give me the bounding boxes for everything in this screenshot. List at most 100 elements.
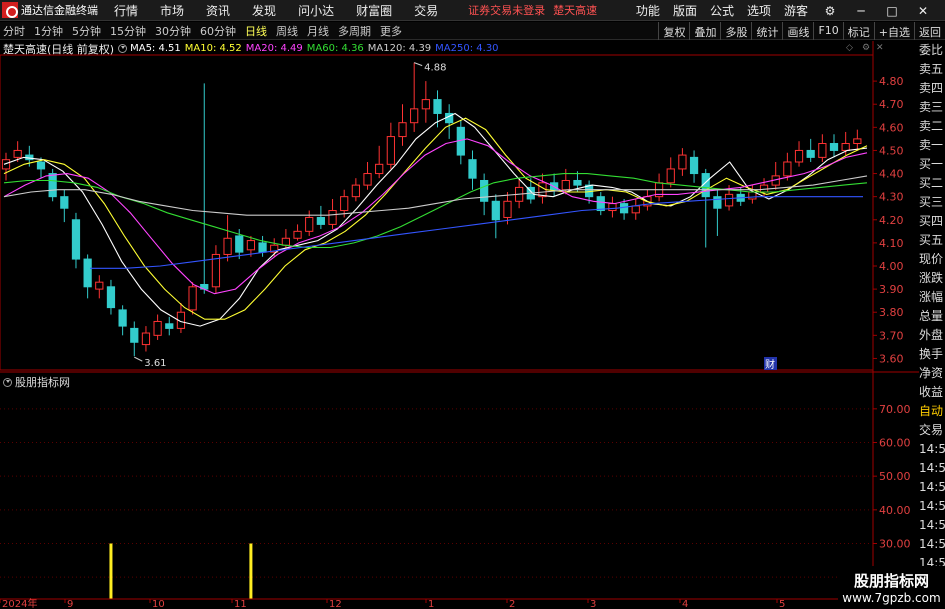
candle-body [375,163,384,175]
time-tick-label: 4 [682,599,688,609]
candle-body [36,161,46,170]
candle-body [678,154,687,170]
quote-field-label: 卖五 [919,62,944,76]
ma-line-ma20 [3,138,868,295]
price-tick-label: 4.70 [879,98,904,111]
indicator-tick-label: 50.00 [879,470,911,483]
quote-field-label: 买三 [919,195,944,209]
candle-body [141,332,151,346]
candle-body [619,203,629,214]
candle-body [130,327,139,343]
time-tick-label: 10 [152,599,165,609]
candle-body [235,235,244,253]
quote-field-label: 卖三 [919,100,944,114]
candle-body [188,286,197,311]
quote-field-label: 14:56 [919,461,945,475]
quote-field-label: 14:56 [919,537,945,551]
candle-body [818,143,827,158]
quote-field-label: 自动 [919,404,944,418]
quote-field-label: 卖四 [919,81,944,95]
candle-body [153,320,162,336]
candle-body [83,258,92,288]
quote-field-label: 换手 [919,347,944,361]
time-tick-label: 11 [234,599,247,609]
candle-body [748,191,757,200]
watermark: 股朋指标网 www.7gpzb.com [838,566,945,609]
quote-field-label: 14:56 [919,518,945,532]
ma-line-ma5 [3,112,868,327]
candle-body [806,149,815,158]
quote-field-label: 涨幅 [919,290,944,304]
indicator-tick-label: 70.00 [879,403,911,416]
price-tick-label: 3.80 [879,306,904,319]
watermark-url: www.7gpzb.com [842,591,941,605]
candle-body [783,161,792,177]
price-tick-label: 4.60 [879,121,904,134]
candle-body [631,205,640,214]
indicator-header: 股朋指标网 [3,375,70,389]
time-tick-label: 9 [67,599,73,609]
candle-body [60,196,69,209]
ma-line-ma250 [90,196,863,269]
price-tick-label: 3.60 [879,352,904,365]
candle-body [340,196,349,212]
candle-body [48,173,57,198]
high-price-label: 4.88 [424,63,446,74]
candle-body [608,203,617,212]
price-tick-label: 4.10 [879,237,904,250]
quote-field-label: 买四 [919,214,944,228]
time-tick-label: 2 [509,599,515,609]
price-tick-label: 3.70 [879,329,904,342]
price-tick-label: 4.20 [879,214,904,227]
quote-field-label: 外盘 [919,328,944,342]
quote-panel: 委比 卖五 卖四 卖三 卖二 卖一 买一 买二 买三 买四 买五 现价 涨跌 涨幅 总量 外盘 换手 净资 收益 自动… [919,41,945,609]
candle-body [258,242,267,253]
candle-body [468,159,477,179]
candle-body [281,237,291,246]
candle-body [841,143,850,151]
price-tick-label: 4.50 [879,144,904,157]
candle-body [666,168,675,184]
quote-field-label: 买二 [919,176,944,190]
quote-field-label: 14:56 [919,442,945,456]
candle-body [794,149,804,163]
candle-body [689,156,699,175]
low-price-label: 3.61 [144,358,166,369]
high-marker-line [414,62,423,67]
candle-body [713,196,722,209]
candle-body [724,193,734,207]
candle-body [421,99,430,110]
quote-field-label: 总量 [919,309,944,323]
candle-body [596,196,605,212]
candle-body [1,159,11,170]
quote-field-label: 卖一 [919,138,944,152]
indicator-tick-label: 40.00 [879,504,911,517]
quote-field-label: 涨跌 [919,271,944,285]
ma-line-ma10 [3,117,868,320]
candle-body [398,122,407,138]
candle-body [328,210,337,225]
time-tick-label: 1 [428,599,434,609]
candle-body [223,237,232,255]
app-window: 通达信金融终端 行情 市场 资讯 发现 问小达 财富圈 交易 证券交易未登录 楚天高速 功能… [0,0,945,609]
candle-body [95,281,104,290]
watermark-title: 股朋指标网 [853,572,929,590]
chevron-down-icon[interactable] [3,377,12,387]
indicator-tick-label: 60.00 [879,437,911,450]
time-tick-label: 2024年 [2,597,37,609]
candle-body [106,286,116,309]
quote-field-label: 委比 [919,43,944,57]
candle-body [573,179,582,186]
quote-field-label: 14:56 [919,499,945,513]
finance-marker-label: 财 [765,358,775,371]
candle-body [363,173,372,186]
quote-field-label: 14:56 [919,480,945,494]
low-marker-line [134,356,143,362]
price-tick-label: 4.30 [879,191,904,204]
ma-line-ma60 [3,173,868,249]
candle-body [386,136,395,165]
kline-chart[interactable]: 4.80 4.70 4.60 4.50 4.40 4.30 4.20 4.10 4.00 3.90… [0,0,945,609]
indicator-tick-label: 30.00 [879,538,911,551]
candle-body [853,138,862,145]
quote-field-label: 现价 [919,252,944,266]
